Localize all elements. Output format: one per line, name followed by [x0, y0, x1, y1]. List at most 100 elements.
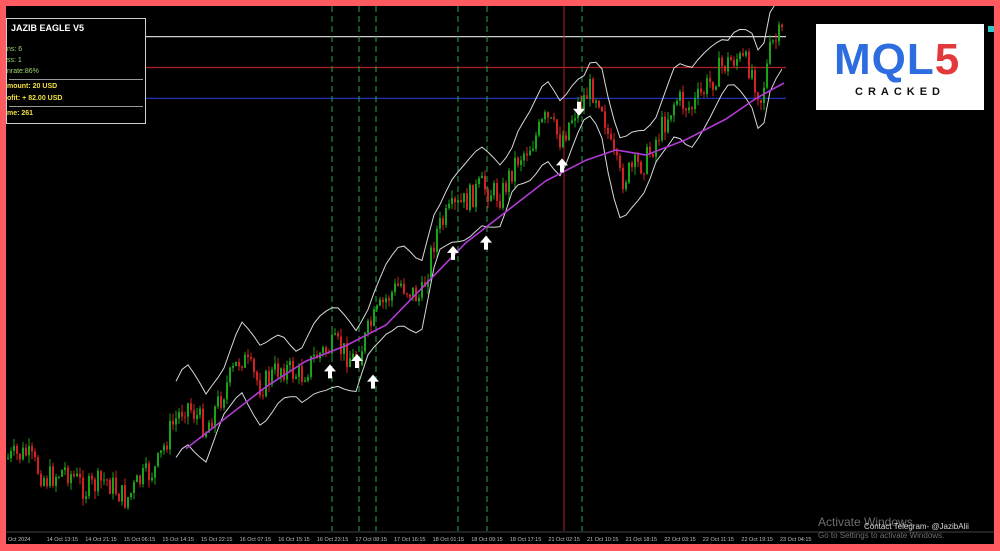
candle-body [781, 24, 783, 28]
candle-body [253, 359, 255, 372]
candle-body [769, 41, 771, 64]
candle-body [655, 139, 657, 157]
candle-body [367, 320, 369, 333]
x-axis-tick-label: 18 Oct 09:15 [471, 537, 503, 543]
candle-body [289, 361, 291, 366]
x-axis-tick-label: 14 Oct 21:15 [85, 537, 117, 543]
candle-body [676, 100, 678, 105]
candle-body [301, 366, 303, 382]
candle-body [493, 183, 495, 196]
candle-body [100, 470, 102, 481]
candle-body [58, 476, 60, 478]
candle-body [376, 305, 378, 310]
candle-body [520, 160, 522, 165]
candle-body [511, 170, 513, 182]
candle-body [661, 116, 663, 141]
candle-body [373, 309, 375, 326]
candle-body [625, 182, 627, 190]
loss-stat: ss: 1 [7, 57, 22, 64]
candle-body [220, 396, 222, 408]
candle-body [484, 175, 486, 190]
candle-body [136, 475, 138, 483]
candle-body [247, 354, 249, 358]
candle-body [370, 320, 372, 326]
candle-body [295, 376, 297, 379]
arrow-up-icon [480, 235, 492, 250]
candle-body [742, 53, 744, 56]
candle-body [733, 60, 735, 66]
candle-body [634, 154, 636, 168]
candle-body [724, 66, 726, 72]
ea-info-panel: JAZIB EAGLE V5 ns: 6 ss: 1 nrate:86% mou… [6, 18, 146, 124]
wins-stat: ns: 6 [7, 46, 23, 53]
candle-body [73, 474, 75, 477]
candle-body [250, 357, 252, 360]
candle-body [196, 414, 198, 420]
candle-body [19, 453, 21, 460]
candle-body [13, 445, 15, 451]
candle-body [187, 403, 189, 417]
candle-body [160, 450, 162, 453]
chart-window[interactable]: Oct 2024 14 Oct 13:15 14 Oct 21:15 15 Oct 0… [6, 6, 994, 544]
candle-body [607, 127, 609, 134]
candle-body [262, 395, 264, 397]
x-axis-tick-label: 21 Oct 18:15 [626, 537, 658, 543]
candle-body [130, 492, 132, 498]
candle-body [610, 133, 612, 140]
profit-stat: ofit: + 82.00 USD [7, 95, 63, 102]
candle-body [40, 473, 42, 486]
arrow-up-icon [367, 374, 379, 389]
candle-body [667, 119, 669, 133]
candle-body [199, 408, 201, 415]
candle-body [589, 78, 591, 99]
candle-body [352, 353, 354, 359]
candle-body [217, 396, 219, 407]
candle-body [499, 200, 501, 208]
candle-body [442, 218, 444, 226]
candle-body [592, 78, 594, 103]
logo-subtitle: CRACKED [855, 86, 945, 98]
amount-stat: mount: 20 USD [7, 83, 58, 90]
candle-body [538, 121, 540, 136]
candle-body [118, 493, 120, 502]
x-axis-tick-label: 16 Oct 15:15 [278, 537, 310, 543]
candle-body [778, 24, 780, 42]
candle-body [433, 247, 435, 252]
candle-body [70, 474, 72, 484]
candle-body [235, 361, 237, 366]
candle-body [106, 479, 108, 481]
candle-body [502, 183, 504, 208]
candle-body [754, 69, 756, 93]
candle-body [202, 408, 204, 437]
candle-body [673, 104, 675, 116]
candle-body [25, 447, 27, 456]
candle-body [28, 445, 30, 456]
candle-body [439, 218, 441, 229]
candle-body [244, 354, 246, 368]
candle-body [151, 477, 153, 481]
candle-body [52, 466, 54, 486]
candle-body [613, 139, 615, 150]
candle-body [322, 347, 324, 353]
candle-body [361, 351, 363, 366]
candle-body [505, 183, 507, 192]
panel-divider [9, 79, 143, 80]
candle-body [631, 162, 633, 168]
candle-body [103, 479, 105, 481]
candle-body [730, 57, 732, 61]
panel-divider [9, 106, 143, 107]
candle-body [379, 299, 381, 306]
candle-body [541, 119, 543, 122]
candle-body [496, 183, 498, 201]
candle-body [688, 107, 690, 111]
candle-body [91, 475, 93, 480]
candle-body [232, 365, 234, 368]
candle-body [535, 135, 537, 149]
candle-body [466, 193, 468, 210]
candle-body [268, 370, 270, 385]
candle-body [739, 53, 741, 60]
candle-body [547, 112, 549, 118]
candle-body [172, 420, 174, 425]
logo-brand-main: MQL [834, 35, 935, 84]
candle-body [658, 139, 660, 141]
